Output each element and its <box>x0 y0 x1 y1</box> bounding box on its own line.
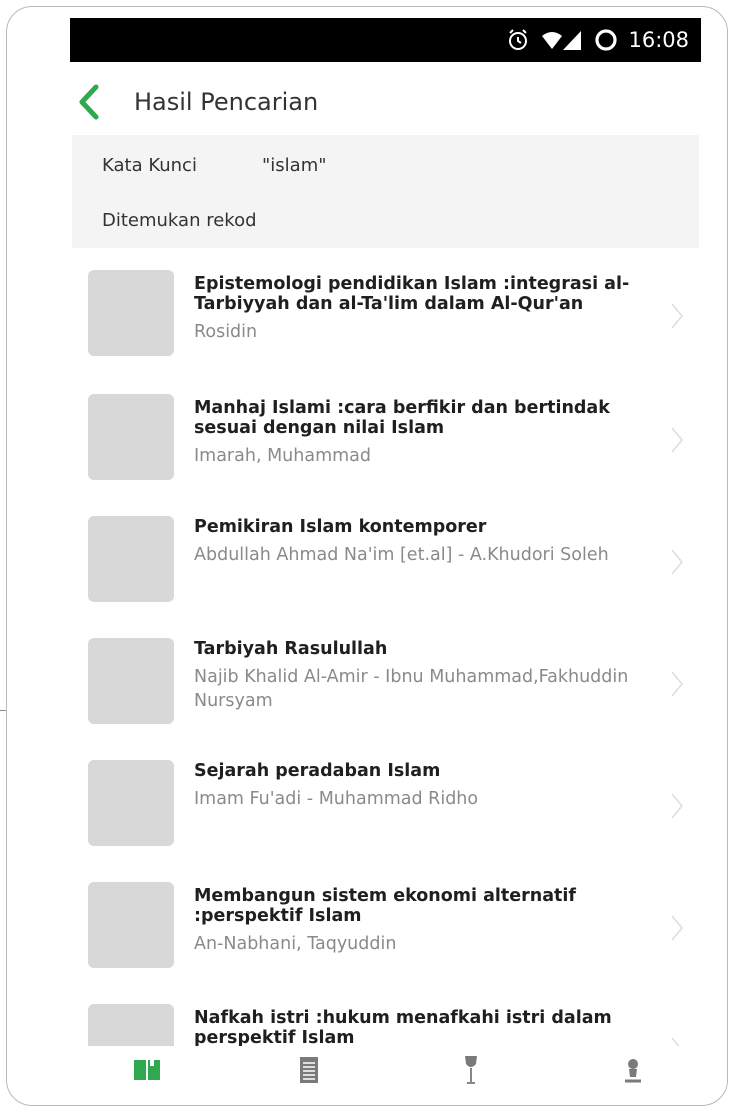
status-bar: 16:08 <box>70 18 701 62</box>
keyword-row: Kata Kunci "islam" <box>102 155 327 176</box>
result-text: Manhaj Islami :cara berfikir dan bertind… <box>194 382 664 468</box>
page-title: Hasil Pencarian <box>134 88 319 116</box>
book-thumbnail <box>88 760 174 846</box>
person-icon <box>625 1059 641 1083</box>
keyword-label: Kata Kunci <box>102 155 197 176</box>
alarm-icon <box>509 29 528 50</box>
result-author: Rosidin <box>194 322 258 342</box>
result-item[interactable]: Membangun sistem ekonomi alternatif :per… <box>72 870 702 980</box>
result-author: Najib Khalid Al-Amir - Ibnu Muhammad,Fak… <box>194 667 629 711</box>
results-list: Epistemologi pendidikan Islam :integrasi… <box>72 258 702 1046</box>
result-item[interactable]: Tarbiyah Rasulullah Najib Khalid Al-Amir… <box>72 626 702 736</box>
result-title: Pemikiran Islam kontemporer <box>194 517 487 537</box>
result-title: Sejarah peradaban Islam <box>194 761 441 781</box>
result-text: Pemikiran Islam kontemporer Abdullah Ahm… <box>194 504 664 567</box>
book-thumbnail <box>88 270 174 356</box>
chevron-right-icon <box>671 1037 680 1046</box>
result-text: Tarbiyah Rasulullah Najib Khalid Al-Amir… <box>194 626 664 713</box>
result-item[interactable]: Pemikiran Islam kontemporer Abdullah Ahm… <box>72 504 702 614</box>
status-time: 16:08 <box>628 28 689 52</box>
chevron-right-icon <box>671 303 683 329</box>
result-author: An-Nabhani, Taqyuddin <box>194 934 397 954</box>
result-item[interactable]: Manhaj Islami :cara berfikir dan bertind… <box>72 382 702 492</box>
chevron-right-icon <box>671 915 683 941</box>
signal-icon <box>563 31 582 50</box>
chevron-right-icon <box>671 671 683 697</box>
chevron-right-icon <box>671 427 683 453</box>
result-title: Nafkah istri :hukum menafkahi istri dala… <box>194 1008 612 1046</box>
result-text: Epistemologi pendidikan Islam :integrasi… <box>194 258 664 344</box>
book-thumbnail <box>88 882 174 968</box>
result-author: Abdullah Ahmad Na'im [et.al] - A.Khudori… <box>194 545 609 565</box>
nav-profile[interactable] <box>618 1055 648 1085</box>
book-thumbnail <box>88 516 174 602</box>
result-item[interactable]: Sejarah peradaban Islam Imam Fu'adi - Mu… <box>72 748 702 858</box>
nav-catalog[interactable] <box>132 1055 162 1085</box>
result-title: Membangun sistem ekonomi alternatif :per… <box>194 886 577 926</box>
book-thumbnail <box>88 638 174 724</box>
result-author: Imarah, Muhammad <box>194 446 371 466</box>
book-thumbnail <box>88 394 174 480</box>
book-icon <box>134 1060 160 1080</box>
result-title: Tarbiyah Rasulullah <box>194 639 388 659</box>
battery-icon <box>595 29 618 51</box>
chevron-right-icon <box>671 549 683 575</box>
chevron-left-icon <box>79 84 99 120</box>
search-info-panel: Kata Kunci "islam" Ditemukan rekod <box>72 135 699 248</box>
bottom-navigation <box>70 1046 700 1094</box>
result-text: Nafkah istri :hukum menafkahi istri dala… <box>194 992 664 1046</box>
app-header: Hasil Pencarian <box>72 74 700 130</box>
found-records-row: Ditemukan rekod <box>102 210 257 231</box>
result-text: Sejarah peradaban Islam Imam Fu'adi - Mu… <box>194 748 664 811</box>
result-title: Manhaj Islami :cara berfikir dan bertind… <box>194 398 610 438</box>
keyword-value: "islam" <box>262 155 327 176</box>
back-button[interactable] <box>72 80 112 124</box>
nav-list[interactable] <box>294 1055 324 1085</box>
nav-collection[interactable] <box>456 1055 486 1085</box>
result-item[interactable]: Epistemologi pendidikan Islam :integrasi… <box>72 258 702 368</box>
wine-glass-icon <box>465 1056 477 1084</box>
result-author: Imam Fu'adi - Muhammad Ridho <box>194 789 479 809</box>
result-text: Membangun sistem ekonomi alternatif :per… <box>194 870 664 956</box>
found-label: Ditemukan rekod <box>102 210 257 231</box>
chevron-right-icon <box>671 793 683 819</box>
book-thumbnail <box>88 1004 174 1046</box>
result-item[interactable]: Nafkah istri :hukum menafkahi istri dala… <box>72 992 702 1046</box>
result-title: Epistemologi pendidikan Islam :integrasi… <box>194 274 630 314</box>
document-list-icon <box>300 1057 318 1083</box>
